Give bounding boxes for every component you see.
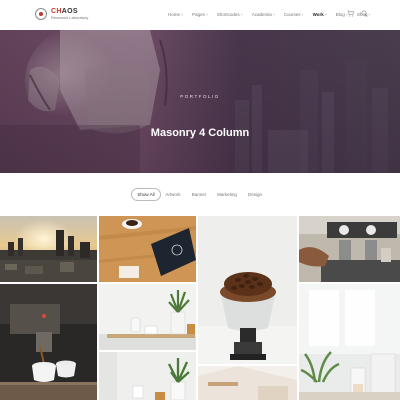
chevron-down-icon: ˅ (181, 13, 184, 17)
chevron-down-icon: ˅ (324, 13, 327, 17)
nav-item-label: Academia (251, 12, 272, 17)
window-plant-image (299, 284, 400, 400)
cart-icon[interactable] (347, 10, 354, 17)
header-icons (347, 10, 368, 17)
chevron-down-icon: ˅ (205, 13, 208, 17)
filter-show-all[interactable]: Show All (131, 188, 161, 201)
nav-item-work[interactable]: Work˅ (313, 12, 327, 17)
nav-item-shortcodes[interactable]: Shortcodes˅ (217, 12, 243, 17)
coffee-table-image (99, 216, 196, 282)
logo-tagline: Research Laboratory (51, 15, 89, 20)
nav-item-label: Blog (335, 12, 345, 17)
coffee-grinder-image (198, 216, 297, 364)
wall-shelf-image (99, 352, 196, 400)
hero-subtitle: PORTFOLIO (180, 94, 220, 99)
cafe-interior-image (198, 366, 297, 400)
chevron-down-icon: ˅ (272, 13, 275, 17)
filter-banner[interactable]: Banner (189, 188, 209, 201)
logo-text: CHAOS Research Laboratory (51, 8, 88, 20)
portfolio-item-window-plant[interactable] (299, 284, 400, 400)
portfolio-filters: Show All Artwork Banner Marketing Design (0, 188, 400, 202)
logo-name-part2: AOS (61, 8, 78, 15)
portfolio-item-city-sunset[interactable] (0, 216, 97, 282)
portfolio-item-coffee-beans-grinder[interactable] (198, 216, 297, 364)
logo[interactable]: CHAOS Research Laboratory (35, 8, 88, 20)
logo-name: CHAOS (51, 8, 88, 15)
portfolio-item-plant-shelf[interactable] (99, 284, 196, 350)
portfolio-item-coffee-table[interactable] (99, 216, 196, 282)
nav-item-label: Pages (192, 12, 205, 17)
nav-item-label: Home (168, 12, 181, 17)
logo-name-part1: CH (51, 8, 62, 15)
logo-mark-icon (35, 8, 47, 20)
nav-item-home[interactable]: Home˅ (168, 12, 183, 17)
city-sunset-image (0, 216, 97, 282)
portfolio-item-wall-shelf[interactable] (99, 352, 196, 400)
chevron-down-icon: ˅ (301, 13, 304, 17)
nav-item-label: Courses (283, 12, 301, 17)
espresso-cups-image (0, 284, 97, 400)
portfolio-grid (0, 216, 400, 400)
espresso-machine-image (299, 216, 400, 282)
search-icon[interactable] (361, 10, 368, 17)
nav-item-courses[interactable]: Courses˅ (284, 12, 304, 17)
chevron-down-icon: ˅ (240, 13, 243, 17)
portfolio-item-espresso-cups[interactable] (0, 284, 97, 400)
page: CHAOS Research Laboratory Home˅ Pages˅ S… (0, 0, 400, 400)
filter-marketing[interactable]: Marketing (214, 188, 240, 201)
filter-design[interactable]: Design (245, 188, 265, 201)
chevron-down-icon: ˅ (368, 13, 371, 17)
filter-artwork[interactable]: Artwork (163, 188, 183, 201)
portfolio-item-cafe-interior[interactable] (198, 366, 297, 400)
plant-shelf-image (99, 284, 196, 350)
nav-item-academia[interactable]: Academia˅ (252, 12, 275, 17)
nav-item-label: Work (312, 12, 324, 17)
hero-overlay (0, 30, 400, 173)
portfolio-item-espresso-machine[interactable] (299, 216, 400, 282)
page-title: Masonry 4 Column (150, 127, 250, 139)
hero-banner: PORTFOLIO Masonry 4 Column (0, 30, 400, 173)
site-header: CHAOS Research Laboratory Home˅ Pages˅ S… (0, 0, 400, 30)
nav-item-label: Shortcodes (216, 12, 240, 17)
nav-item-pages[interactable]: Pages˅ (192, 12, 208, 17)
